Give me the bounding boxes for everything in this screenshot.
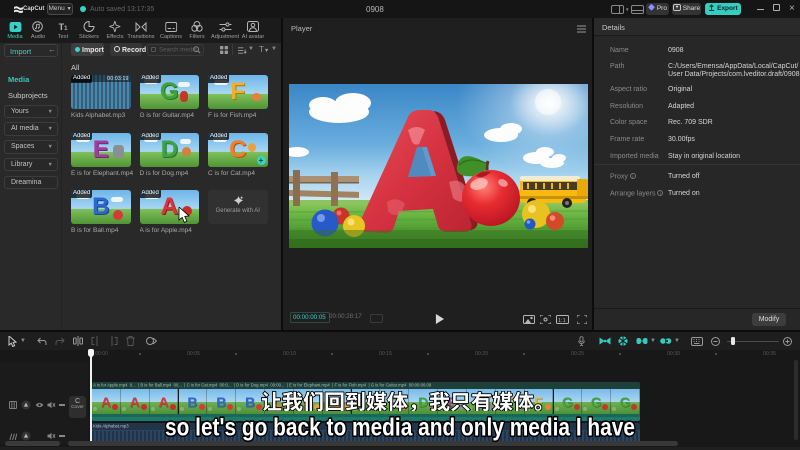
svg-text:1:1: 1:1 [558,318,566,324]
svg-text:so let's go back to media and: so let's go back to media and only media… [165,414,635,442]
